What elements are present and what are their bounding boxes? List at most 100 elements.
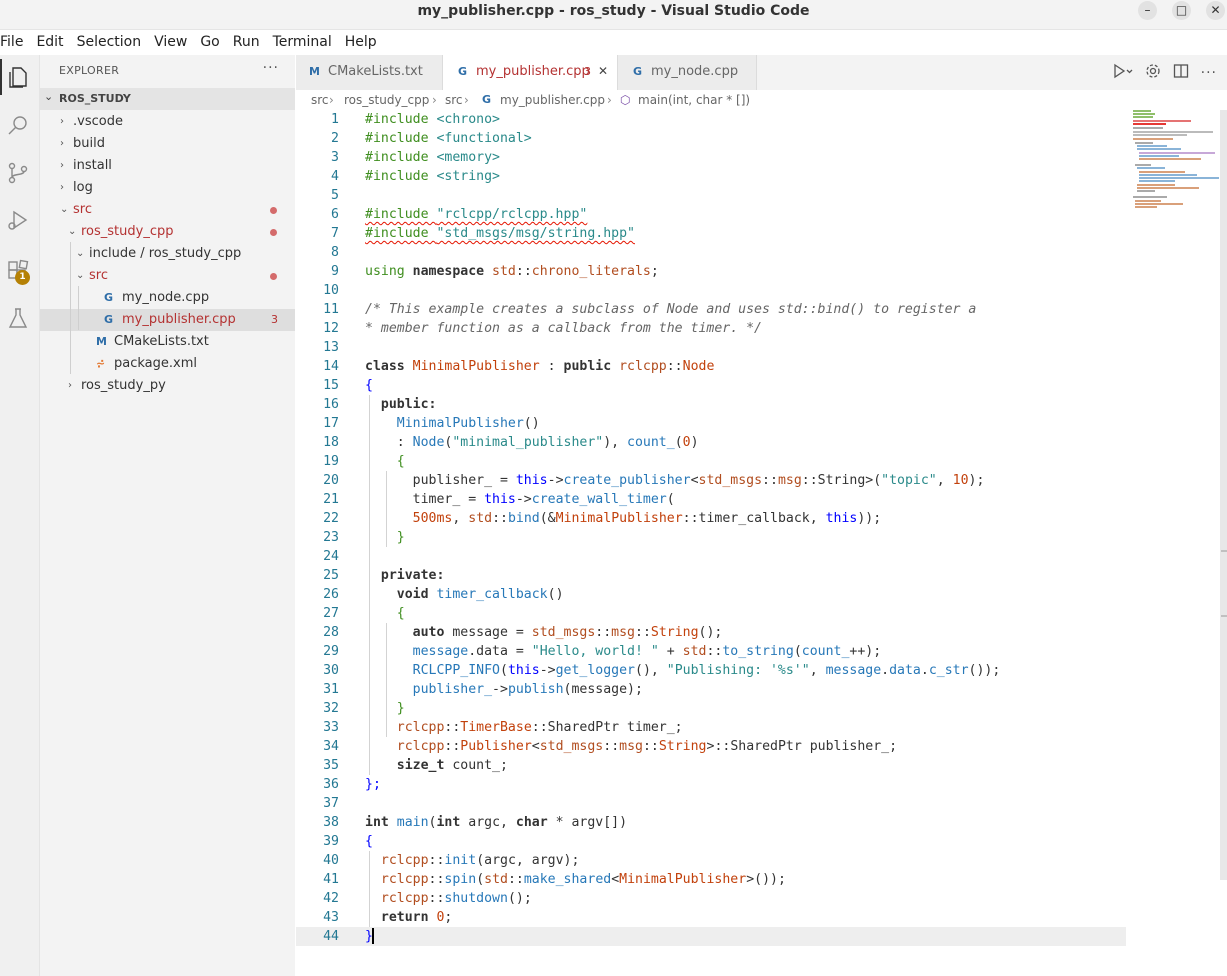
menu-view[interactable]: View bbox=[148, 30, 194, 55]
code-text: { bbox=[365, 832, 373, 851]
code-line: 5 bbox=[296, 186, 1126, 205]
menu-selection[interactable]: Selection bbox=[71, 30, 149, 55]
tab-cmakelists[interactable]: M CMakeLists.txt bbox=[296, 55, 443, 90]
workspace-name: ROS_STUDY bbox=[59, 92, 131, 105]
code-token: (argc, argv); bbox=[476, 853, 580, 868]
maximize-button[interactable]: □ bbox=[1172, 1, 1191, 20]
code-text: #include <string> bbox=[365, 167, 500, 186]
code-token: #include bbox=[365, 150, 437, 165]
line-number: 39 bbox=[323, 834, 339, 849]
menu-go[interactable]: Go bbox=[194, 30, 226, 55]
line-number: 20 bbox=[323, 473, 339, 488]
menu-edit[interactable]: Edit bbox=[30, 30, 70, 55]
tree-item[interactable]: ⌄ src bbox=[40, 199, 295, 221]
code-token: message bbox=[825, 663, 882, 678]
code-text: } bbox=[365, 927, 374, 946]
code-token: msg bbox=[619, 739, 643, 754]
code-token: . bbox=[881, 663, 890, 678]
code-token: Node bbox=[412, 435, 445, 450]
line-number: 34 bbox=[323, 739, 339, 754]
tree-item[interactable]: ⌄ src bbox=[40, 265, 295, 287]
close-tab-icon[interactable]: ✕ bbox=[598, 55, 608, 88]
code-line: 2 #include <functional> bbox=[296, 129, 1126, 148]
menu-terminal[interactable]: Terminal bbox=[267, 30, 339, 55]
menu-run[interactable]: Run bbox=[227, 30, 267, 55]
explorer-sidebar: EXPLORER ··· ⌄ ROS_STUDY › .vscode › build ›… bbox=[40, 55, 295, 976]
code-token: <memory> bbox=[436, 150, 500, 165]
code-token: :: bbox=[595, 625, 612, 640]
testing-icon[interactable] bbox=[4, 304, 32, 332]
more-actions-button[interactable]: ··· bbox=[263, 60, 279, 76]
more-actions-icon[interactable]: ··· bbox=[1201, 65, 1217, 81]
code-text: } bbox=[365, 528, 405, 547]
code-line: 39 { bbox=[296, 832, 1126, 851]
tab-my-node[interactable]: G my_node.cpp bbox=[618, 55, 757, 90]
line-number: 2 bbox=[331, 131, 339, 146]
code-token: * argv[]) bbox=[555, 815, 628, 830]
code-editor[interactable]: 1 #include <chrono> 2 #include <functional>… bbox=[296, 110, 1227, 976]
tree-item[interactable]: › .vscode bbox=[40, 111, 295, 133]
breadcrumb-item[interactable]: main(int, char * []) bbox=[638, 90, 750, 110]
explorer-icon[interactable] bbox=[4, 63, 32, 91]
breadcrumb-item[interactable]: my_publisher.cpp bbox=[500, 90, 605, 110]
tree-item[interactable]: ⩫ package.xml bbox=[40, 353, 295, 375]
minimize-button[interactable]: – bbox=[1138, 1, 1157, 20]
close-window-button[interactable]: ✕ bbox=[1206, 1, 1225, 20]
tree-item[interactable]: › build bbox=[40, 133, 295, 155]
vertical-scrollbar[interactable] bbox=[1220, 110, 1227, 880]
search-icon[interactable] bbox=[4, 112, 32, 140]
line-number: 6 bbox=[331, 207, 339, 222]
tree-item[interactable]: › install bbox=[40, 155, 295, 177]
line-number: 42 bbox=[323, 891, 339, 906]
code-token: MinimalPublisher bbox=[412, 359, 540, 374]
line-number: 5 bbox=[331, 188, 339, 203]
code-token: -> bbox=[539, 663, 556, 678]
split-editor-icon[interactable] bbox=[1173, 63, 1189, 83]
minimap[interactable] bbox=[1127, 110, 1219, 210]
settings-gear-icon[interactable] bbox=[1145, 63, 1161, 83]
code-line: 44} bbox=[296, 927, 1126, 946]
menu-help[interactable]: Help bbox=[339, 30, 384, 55]
code-token: } bbox=[365, 701, 405, 716]
line-number: 14 bbox=[323, 359, 339, 374]
tree-item[interactable]: › log bbox=[40, 177, 295, 199]
code-token: -> bbox=[515, 492, 532, 507]
code-token: MinimalPublisher bbox=[365, 416, 524, 431]
tree-item[interactable]: ⌄ include / ros_study_cpp bbox=[40, 243, 295, 265]
line-number: 19 bbox=[323, 454, 339, 469]
source-control-icon[interactable] bbox=[4, 159, 32, 187]
code-token: ( bbox=[476, 872, 485, 887]
chevron-right-icon: › bbox=[60, 138, 64, 149]
line-number: 16 bbox=[323, 397, 339, 412]
scroll-marker bbox=[1221, 615, 1227, 617]
code-token: this bbox=[484, 492, 516, 507]
run-debug-icon[interactable] bbox=[4, 206, 32, 234]
tree-item[interactable]: › ros_study_py bbox=[40, 375, 295, 397]
code-token: std bbox=[484, 872, 508, 887]
code-token: (& bbox=[539, 511, 556, 526]
line-number: 13 bbox=[323, 340, 339, 355]
code-line: 22 500ms, std::bind(&MinimalPublisher::t… bbox=[296, 509, 1126, 528]
workspace-section-header[interactable]: ⌄ ROS_STUDY bbox=[40, 88, 295, 110]
breadcrumb-item[interactable]: src bbox=[311, 90, 329, 110]
tree-item[interactable]: M CMakeLists.txt bbox=[40, 331, 295, 353]
tree-item[interactable]: ⌄ ros_study_cpp bbox=[40, 221, 295, 243]
code-token: shutdown bbox=[444, 891, 508, 906]
code-token: spin bbox=[444, 872, 477, 887]
code-line: 43 return 0; bbox=[296, 908, 1126, 927]
breadcrumb-item[interactable]: ros_study_cpp bbox=[344, 90, 429, 110]
code-token: rclcpp bbox=[365, 739, 445, 754]
menu-file[interactable]: File bbox=[0, 30, 30, 55]
code-line: 42 rclcpp::shutdown(); bbox=[296, 889, 1126, 908]
tab-my-publisher[interactable]: G my_publisher.cpp 3 ✕ bbox=[443, 55, 618, 90]
run-debug-dropdown-icon[interactable] bbox=[1111, 63, 1133, 83]
line-number: 17 bbox=[323, 416, 339, 431]
code-token: public: bbox=[365, 397, 437, 412]
code-token: { bbox=[365, 834, 373, 849]
code-token: ( bbox=[674, 435, 683, 450]
code-token: 500 bbox=[365, 511, 437, 526]
breadcrumb-item[interactable]: src bbox=[445, 90, 463, 110]
code-token: std bbox=[492, 264, 516, 279]
code-token: TimerBase bbox=[460, 720, 532, 735]
code-token: .data = bbox=[468, 644, 532, 659]
